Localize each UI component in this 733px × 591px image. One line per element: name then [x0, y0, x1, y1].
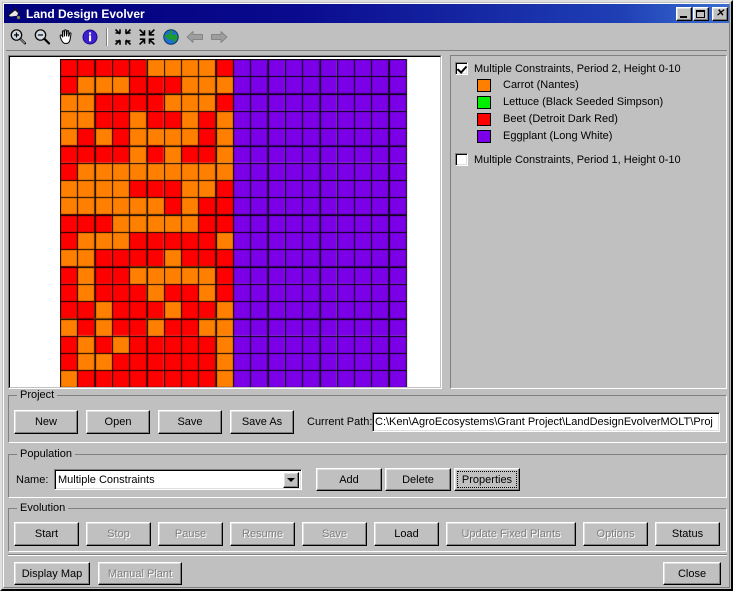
manual-plant-button[interactable]: Manual Plant	[98, 562, 182, 585]
stop-button[interactable]: Stop	[86, 522, 151, 546]
planting-grid-canvas[interactable]	[60, 59, 408, 387]
properties-population-button[interactable]: Properties	[454, 468, 520, 491]
save-evolution-button[interactable]: Save	[302, 522, 367, 546]
update-fixed-plants-button[interactable]: Update Fixed Plants	[446, 522, 576, 546]
footer-divider	[8, 554, 727, 556]
zoom-out-icon[interactable]	[30, 26, 54, 48]
legend-entry-lettuce: Lettuce (Black Seeded Simpson)	[477, 94, 722, 110]
zoom-to-fit-icon[interactable]	[111, 26, 135, 48]
current-path-label: Current Path:	[307, 416, 373, 428]
zoom-full-extent-icon[interactable]	[135, 26, 159, 48]
main-window: Land Design Evolver ✕ Multiple Constrain…	[0, 0, 733, 591]
status-button[interactable]: Status	[655, 522, 720, 546]
new-project-button[interactable]: New	[14, 410, 78, 434]
legend-layer-label-period-2: Multiple Constraints, Period 2, Height 0…	[474, 62, 681, 75]
resume-button[interactable]: Resume	[230, 522, 295, 546]
app-icon	[6, 6, 22, 21]
population-group-title: Population	[17, 448, 75, 460]
legend-entry-beet: Beet (Detroit Dark Red)	[477, 111, 722, 127]
options-button[interactable]: Options	[583, 522, 648, 546]
current-path-input[interactable]: C:\Ken\AgroEcosystems\Grant Project\Land…	[372, 412, 720, 432]
window-controls: ✕	[675, 6, 728, 21]
legend-layer-row[interactable]: Multiple Constraints, Period 1, Height 0…	[455, 152, 722, 167]
window-title: Land Design Evolver	[26, 6, 145, 21]
project-group-title: Project	[17, 389, 58, 401]
load-evolution-button[interactable]: Load	[374, 522, 439, 546]
start-button[interactable]: Start	[14, 522, 79, 546]
legend-swatch-label-carrot: Carrot (Nantes)	[503, 79, 579, 91]
population-name-value: Multiple Constraints	[58, 473, 155, 486]
zoom-in-icon[interactable]	[6, 26, 30, 48]
pause-button[interactable]: Pause	[158, 522, 223, 546]
legend-swatch-eggplant	[477, 129, 491, 143]
title-bar[interactable]: Land Design Evolver ✕	[4, 4, 729, 23]
evolution-group-title: Evolution	[17, 502, 69, 514]
focus-indicator	[457, 471, 517, 488]
legend-swatch-lettuce	[477, 95, 491, 109]
population-name-select[interactable]: Multiple Constraints	[54, 469, 302, 490]
legend-swatch-label-beet: Beet (Detroit Dark Red)	[503, 113, 618, 125]
close-button[interactable]: Close	[663, 562, 721, 585]
pan-hand-icon[interactable]	[54, 26, 78, 48]
display-map-button[interactable]: Display Map	[14, 562, 90, 585]
legend-layer-label-period-1: Multiple Constraints, Period 1, Height 0…	[474, 153, 681, 166]
save-as-project-button[interactable]: Save As	[230, 410, 294, 434]
delete-population-button[interactable]: Delete	[385, 468, 451, 491]
legend-swatch-carrot	[477, 78, 491, 92]
save-project-button[interactable]: Save	[158, 410, 222, 434]
legend-layer-row[interactable]: Multiple Constraints, Period 2, Height 0…	[455, 61, 722, 76]
back-arrow-icon[interactable]	[183, 26, 207, 48]
legend-layer-checkbox-period-1[interactable]	[455, 153, 468, 166]
minimize-button[interactable]	[676, 6, 692, 21]
globe-icon[interactable]	[159, 26, 183, 48]
population-name-label: Name:	[16, 474, 49, 486]
legend-swatch-beet	[477, 112, 491, 126]
legend-entry-carrot: Carrot (Nantes)	[477, 77, 722, 93]
legend-group-period-2: Multiple Constraints, Period 2, Height 0…	[455, 61, 722, 144]
add-population-button[interactable]: Add	[316, 468, 382, 491]
chevron-down-icon[interactable]	[283, 472, 299, 488]
close-window-button[interactable]: ✕	[712, 6, 728, 21]
legend-panel[interactable]: Multiple Constraints, Period 2, Height 0…	[450, 55, 727, 389]
legend-group-period-1: Multiple Constraints, Period 1, Height 0…	[455, 152, 722, 167]
forward-arrow-icon[interactable]	[207, 26, 231, 48]
info-icon[interactable]	[78, 26, 102, 48]
legend-swatch-label-eggplant: Eggplant (Long White)	[503, 130, 613, 142]
maximize-button[interactable]	[693, 6, 709, 21]
map-canvas-container[interactable]	[9, 56, 441, 388]
toolbar-separator	[102, 26, 111, 48]
open-project-button[interactable]: Open	[86, 410, 150, 434]
map-view-panel[interactable]	[8, 55, 442, 389]
legend-layer-checkbox-period-2[interactable]	[455, 62, 468, 75]
legend-swatch-label-lettuce: Lettuce (Black Seeded Simpson)	[503, 96, 664, 108]
legend-entry-eggplant: Eggplant (Long White)	[477, 128, 722, 144]
toolbar	[6, 25, 727, 51]
